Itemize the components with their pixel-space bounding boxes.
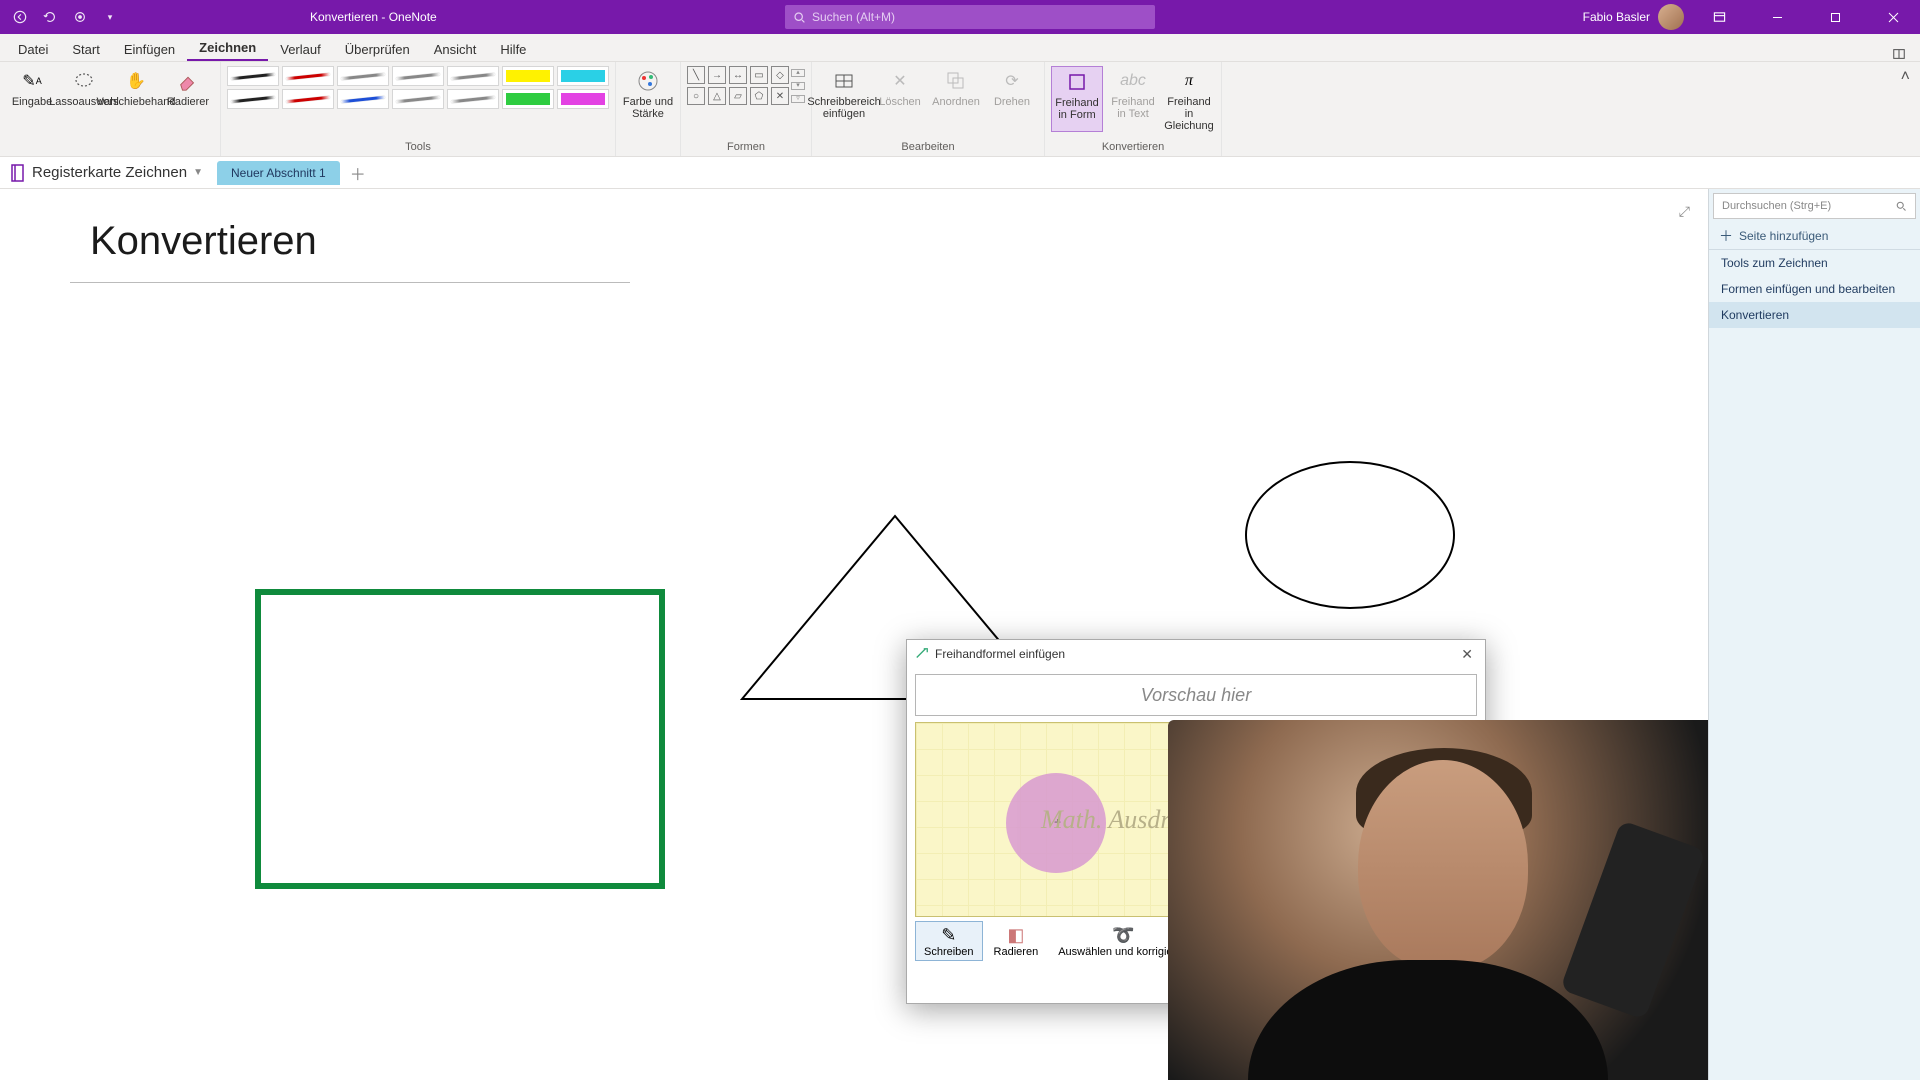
- pen-13[interactable]: [557, 89, 609, 109]
- tab-start[interactable]: Start: [60, 38, 111, 61]
- write-tool[interactable]: ✎Schreiben: [915, 921, 983, 961]
- pen-10[interactable]: [392, 89, 444, 109]
- tab-zeichnen[interactable]: Zeichnen: [187, 36, 268, 61]
- formen-group: ╲→↔▭◇ ○△▱⬠✕ ▴▾▿ Formen: [681, 62, 812, 156]
- tab-ueberpruefen[interactable]: Überprüfen: [333, 38, 422, 61]
- anordnen-button: Anordnen: [930, 66, 982, 120]
- ellipse-shape[interactable]: [1245, 461, 1455, 609]
- user-account[interactable]: Fabio Basler: [1583, 4, 1684, 30]
- loeschen-button: ✕Löschen: [874, 66, 926, 120]
- title-bar: ▾ Konvertieren - OneNote Suchen (Alt+M) …: [0, 0, 1920, 34]
- back-icon[interactable]: [8, 5, 32, 29]
- ribbon: ✎AEingabe Lassoauswahl ✋Verschiebehand R…: [0, 62, 1920, 157]
- webcam-overlay: [1168, 720, 1708, 1080]
- tab-hilfe[interactable]: Hilfe: [488, 38, 538, 61]
- pen-3[interactable]: [392, 66, 444, 86]
- shapes-gallery[interactable]: ╲→↔▭◇ ○△▱⬠✕: [687, 66, 789, 105]
- tab-verlauf[interactable]: Verlauf: [268, 38, 332, 61]
- user-avatar: [1658, 4, 1684, 30]
- tab-einfuegen[interactable]: Einfügen: [112, 38, 187, 61]
- tab-ansicht[interactable]: Ansicht: [422, 38, 489, 61]
- search-placeholder: Suchen (Alt+M): [812, 10, 895, 24]
- page-title[interactable]: Konvertieren: [90, 219, 1708, 264]
- search-icon: [793, 11, 806, 24]
- canvas[interactable]: ⤢ Konvertieren Freihandformel einfügen ✕…: [0, 189, 1708, 1080]
- pen-12[interactable]: [502, 89, 554, 109]
- pen-0[interactable]: [227, 66, 279, 86]
- page-link-2[interactable]: Konvertieren: [1709, 302, 1920, 328]
- pen-9[interactable]: [337, 89, 389, 109]
- ribbon-display-icon[interactable]: [1696, 0, 1742, 34]
- notebook-selector[interactable]: Registerkarte Zeichnen ▼: [10, 164, 213, 182]
- maximize-button[interactable]: [1812, 0, 1858, 34]
- add-section-button[interactable]: ＋: [346, 161, 370, 185]
- pen-4[interactable]: [447, 66, 499, 86]
- pen-1[interactable]: [282, 66, 334, 86]
- section-tab[interactable]: Neuer Abschnitt 1: [217, 161, 340, 185]
- tools-group: Tools: [221, 62, 616, 156]
- notebook-bar: Registerkarte Zeichnen ▼ Neuer Abschnitt…: [0, 157, 1920, 189]
- tab-datei[interactable]: Datei: [6, 38, 60, 61]
- page-link-1[interactable]: Formen einfügen und bearbeiten: [1709, 276, 1920, 302]
- radierer-button[interactable]: Radierer: [162, 66, 214, 108]
- bearbeiten-group: Schreibbereich einfügen ✕Löschen Anordne…: [812, 62, 1045, 156]
- hand-button[interactable]: ✋Verschiebehand: [110, 66, 162, 108]
- pen-11[interactable]: [447, 89, 499, 109]
- qat-dropdown-icon[interactable]: ▾: [98, 5, 122, 29]
- freihand-gleichung-button[interactable]: πFreihand in Gleichung: [1163, 66, 1215, 132]
- global-search[interactable]: Suchen (Alt+M): [785, 5, 1155, 29]
- pen-7[interactable]: [227, 89, 279, 109]
- drehen-button: ⟳Drehen: [986, 66, 1038, 120]
- konvertieren-group: Freihand in Form abcFreihand in Text πFr…: [1045, 62, 1222, 156]
- search-icon: [1895, 200, 1907, 212]
- freihand-form-button[interactable]: Freihand in Form: [1051, 66, 1103, 132]
- farbe-button[interactable]: Farbe und Stärke: [622, 66, 674, 120]
- schreibbereich-button[interactable]: Schreibbereich einfügen: [818, 66, 870, 120]
- pen-6[interactable]: [557, 66, 609, 86]
- pen-8[interactable]: [282, 89, 334, 109]
- window-title: Konvertieren - OneNote: [310, 10, 437, 24]
- page-panel: Durchsuchen (Strg+E) ＋Seite hinzufügen T…: [1708, 189, 1920, 1080]
- dialog-title: Freihandformel einfügen: [935, 647, 1065, 661]
- green-rectangle-shape[interactable]: [255, 589, 665, 889]
- collapse-ribbon-icon[interactable]: ˄: [1891, 62, 1920, 156]
- user-name: Fabio Basler: [1583, 10, 1650, 24]
- close-button[interactable]: [1870, 0, 1916, 34]
- minimize-button[interactable]: [1754, 0, 1800, 34]
- share-icon[interactable]: [1884, 47, 1914, 61]
- notebook-icon: [10, 164, 26, 182]
- add-page-button[interactable]: ＋Seite hinzufügen: [1709, 222, 1920, 250]
- touch-mode-icon[interactable]: [68, 5, 92, 29]
- page-link-0[interactable]: Tools zum Zeichnen: [1709, 250, 1920, 276]
- ribbon-tabs: Datei Start Einfügen Zeichnen Verlauf Üb…: [0, 34, 1920, 62]
- page-search[interactable]: Durchsuchen (Strg+E): [1713, 193, 1916, 219]
- preview-box: Vorschau hier: [915, 674, 1477, 716]
- undo-icon[interactable]: [38, 5, 62, 29]
- pen-2[interactable]: [337, 66, 389, 86]
- dialog-icon: [915, 647, 929, 661]
- freihand-text-button: abcFreihand in Text: [1107, 66, 1159, 132]
- dialog-close-button[interactable]: ✕: [1457, 646, 1477, 663]
- erase-tool[interactable]: ◧Radieren: [985, 921, 1048, 961]
- shapes-more[interactable]: ▴▾▿: [791, 66, 805, 105]
- title-underline: [70, 282, 630, 283]
- pen-5[interactable]: [502, 66, 554, 86]
